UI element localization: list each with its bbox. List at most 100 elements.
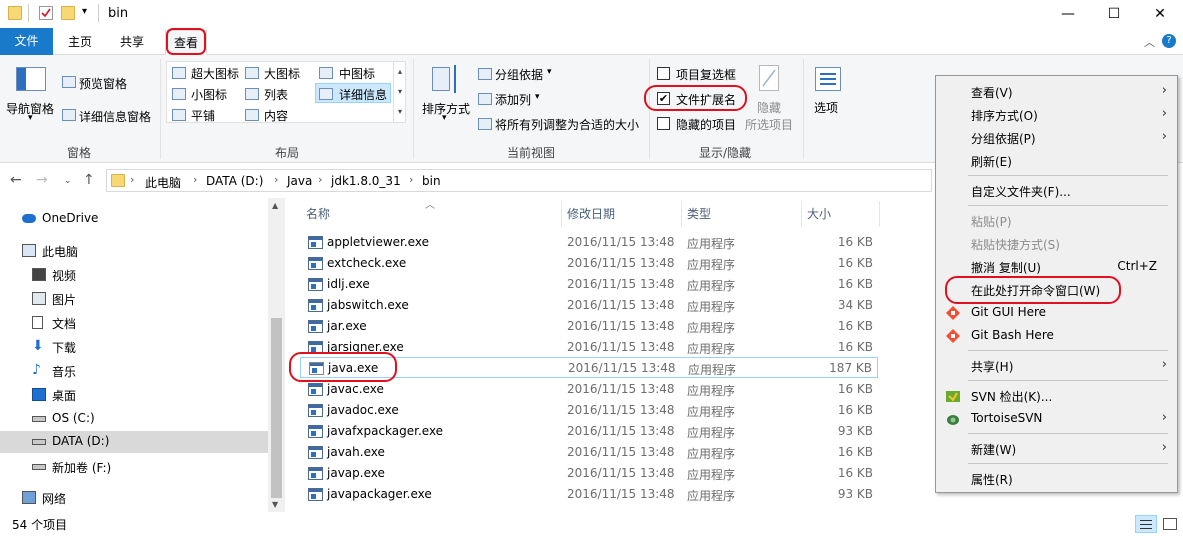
layout-large-icons[interactable]: 大图标: [264, 65, 300, 82]
layout-tiles[interactable]: 平铺: [191, 107, 215, 124]
hidden-items-checkbox[interactable]: [657, 117, 670, 130]
file-row[interactable]: jarsigner.exe 2016/11/15 13:48 应用程序 16 K…: [300, 337, 878, 358]
file-row[interactable]: javadoc.exe 2016/11/15 13:48 应用程序 16 KB: [300, 400, 878, 421]
file-extensions-label[interactable]: 文件扩展名: [676, 91, 736, 108]
tab-file[interactable]: 文件: [0, 28, 53, 55]
group-by-button[interactable]: 分组依据: [495, 66, 543, 83]
file-row-java[interactable]: java.exe 2016/11/15 13:48 应用程序 187 KB: [300, 357, 878, 378]
sidebar-item-onedrive[interactable]: OneDrive: [0, 208, 258, 230]
layout-content[interactable]: 内容: [264, 107, 288, 124]
item-count: 54 个项目: [12, 518, 68, 532]
menu-item-view[interactable]: 查看(V) ›: [938, 81, 1175, 103]
column-header-size[interactable]: 大小: [807, 205, 831, 222]
sidebar-item-pictures[interactable]: 图片: [0, 288, 268, 310]
collapse-ribbon-icon[interactable]: ︿: [1144, 34, 1155, 50]
layout-extra-large-icons[interactable]: 超大图标: [191, 65, 239, 82]
menu-item-sort[interactable]: 排序方式(O) ›: [938, 104, 1175, 126]
breadcrumb-item[interactable]: Java: [287, 174, 312, 188]
fit-columns-button[interactable]: 将所有列调整为合适的大小: [495, 116, 639, 133]
sidebar-item-documents[interactable]: 文档: [0, 312, 268, 334]
breadcrumb-item[interactable]: DATA (D:): [206, 174, 263, 188]
sidebar-item-this-pc[interactable]: 此电脑: [0, 240, 258, 262]
file-extensions-checkbox[interactable]: ✔: [657, 92, 670, 105]
breadcrumb-item[interactable]: jdk1.8.0_31: [331, 174, 401, 188]
minimize-button[interactable]: —: [1045, 0, 1091, 28]
preview-pane-button[interactable]: 预览窗格: [79, 75, 127, 92]
menu-item-properties[interactable]: 属性(R): [938, 468, 1175, 490]
new-folder-quick-icon[interactable]: [61, 6, 75, 20]
column-header-date[interactable]: 修改日期: [567, 205, 615, 222]
column-header-name[interactable]: 名称: [306, 205, 330, 222]
menu-item-paste-shortcut[interactable]: 粘贴快捷方式(S): [938, 233, 1175, 255]
maximize-button[interactable]: ☐: [1091, 0, 1137, 28]
menu-item-customize-folder[interactable]: 自定义文件夹(F)...: [938, 180, 1175, 202]
menu-item-refresh[interactable]: 刷新(E): [938, 150, 1175, 172]
options-button[interactable]: 选项: [814, 99, 838, 116]
item-checkboxes-checkbox[interactable]: [657, 67, 670, 80]
menu-item-git-bash[interactable]: Git Bash Here: [938, 325, 1175, 347]
file-row[interactable]: jar.exe 2016/11/15 13:48 应用程序 16 KB: [300, 316, 878, 337]
file-row[interactable]: extcheck.exe 2016/11/15 13:48 应用程序 16 KB: [300, 253, 878, 274]
file-row[interactable]: javapackager.exe 2016/11/15 13:48 应用程序 9…: [300, 484, 878, 505]
layout-list[interactable]: 列表: [264, 86, 288, 103]
up-arrow-icon[interactable]: ↑: [83, 172, 95, 188]
breadcrumb-item[interactable]: bin: [422, 174, 441, 188]
address-bar[interactable]: › 此电脑 › DATA (D:) › Java › jdk1.8.0_31 ›…: [106, 169, 932, 192]
help-icon[interactable]: ?: [1162, 34, 1176, 48]
column-separator[interactable]: [801, 201, 802, 227]
column-separator[interactable]: [879, 201, 880, 227]
tab-home[interactable]: 主页: [62, 30, 98, 55]
file-row[interactable]: appletviewer.exe 2016/11/15 13:48 应用程序 1…: [300, 232, 878, 253]
sidebar-scrollbar[interactable]: ▲ ▼: [268, 198, 285, 512]
column-separator[interactable]: [681, 201, 682, 227]
file-row[interactable]: javap.exe 2016/11/15 13:48 应用程序 16 KB: [300, 463, 878, 484]
menu-item-new[interactable]: 新建(W) ›: [938, 438, 1175, 460]
layout-small-icons[interactable]: 小图标: [191, 86, 227, 103]
properties-quick-icon[interactable]: [39, 6, 53, 20]
quick-access-dropdown-icon[interactable]: ▾: [82, 6, 87, 17]
recent-locations-chevron-icon[interactable]: ⌄: [64, 176, 72, 186]
sidebar-item-new-volume-f[interactable]: 新加卷 (F:): [0, 456, 268, 478]
menu-item-svn-checkout[interactable]: SVN 检出(K)...: [938, 385, 1175, 407]
sidebar-item-network[interactable]: 网络: [0, 487, 258, 509]
layout-medium-icons[interactable]: 中图标: [339, 65, 375, 82]
item-checkboxes-label[interactable]: 项目复选框: [676, 66, 736, 83]
sidebar-item-downloads[interactable]: ⬇ 下载: [0, 336, 268, 358]
sidebar-item-music[interactable]: ♪ 音乐: [0, 360, 268, 382]
file-row[interactable]: idlj.exe 2016/11/15 13:48 应用程序 16 KB: [300, 274, 878, 295]
menu-item-tortoisesvn[interactable]: TortoiseSVN ›: [938, 408, 1175, 430]
menu-item-share[interactable]: 共享(H) ›: [938, 355, 1175, 377]
sidebar-item-os-c[interactable]: OS (C:): [0, 408, 268, 430]
menu-item-git-gui[interactable]: Git GUI Here: [938, 302, 1175, 324]
add-columns-button[interactable]: 添加列: [495, 91, 531, 108]
close-button[interactable]: ✕: [1137, 0, 1183, 28]
tab-share[interactable]: 共享: [114, 30, 150, 55]
menu-item-group[interactable]: 分组依据(P) ›: [938, 127, 1175, 149]
large-icons-view-toggle-icon[interactable]: [1160, 515, 1180, 533]
details-view-toggle-icon[interactable]: [1135, 515, 1157, 533]
scroll-up-icon[interactable]: ▲: [272, 201, 278, 210]
hidden-items-label[interactable]: 隐藏的项目: [676, 116, 736, 133]
file-row[interactable]: javafxpackager.exe 2016/11/15 13:48 应用程序…: [300, 421, 878, 442]
breadcrumb-item[interactable]: 此电脑: [145, 174, 181, 191]
sidebar-item-data-d[interactable]: DATA (D:): [0, 431, 268, 453]
forward-arrow-icon[interactable]: →: [36, 172, 48, 188]
scrollbar-thumb[interactable]: [271, 318, 282, 498]
menu-item-paste[interactable]: 粘贴(P): [938, 210, 1175, 232]
menu-item-open-command-window[interactable]: 在此处打开命令窗口(W): [938, 279, 1175, 301]
layout-details[interactable]: 详细信息: [339, 86, 387, 103]
scroll-down-icon[interactable]: ▼: [272, 500, 278, 509]
sidebar-item-videos[interactable]: 视频: [0, 264, 268, 286]
back-arrow-icon[interactable]: ←: [10, 172, 22, 188]
tab-view[interactable]: 查看: [165, 30, 207, 55]
hide-selected-button[interactable]: 隐藏: [757, 99, 781, 116]
sidebar-item-desktop[interactable]: 桌面: [0, 384, 268, 406]
menu-item-undo-copy[interactable]: 撤消 复制(U) Ctrl+Z: [938, 256, 1175, 278]
file-row[interactable]: jabswitch.exe 2016/11/15 13:48 应用程序 34 K…: [300, 295, 878, 316]
column-separator[interactable]: [561, 201, 562, 227]
file-row[interactable]: javac.exe 2016/11/15 13:48 应用程序 16 KB: [300, 379, 878, 400]
layout-scroll[interactable]: ▴ ▾ ▾: [393, 62, 406, 122]
file-row[interactable]: javah.exe 2016/11/15 13:48 应用程序 16 KB: [300, 442, 878, 463]
column-header-type[interactable]: 类型: [687, 205, 711, 222]
details-pane-button[interactable]: 详细信息窗格: [79, 108, 151, 125]
